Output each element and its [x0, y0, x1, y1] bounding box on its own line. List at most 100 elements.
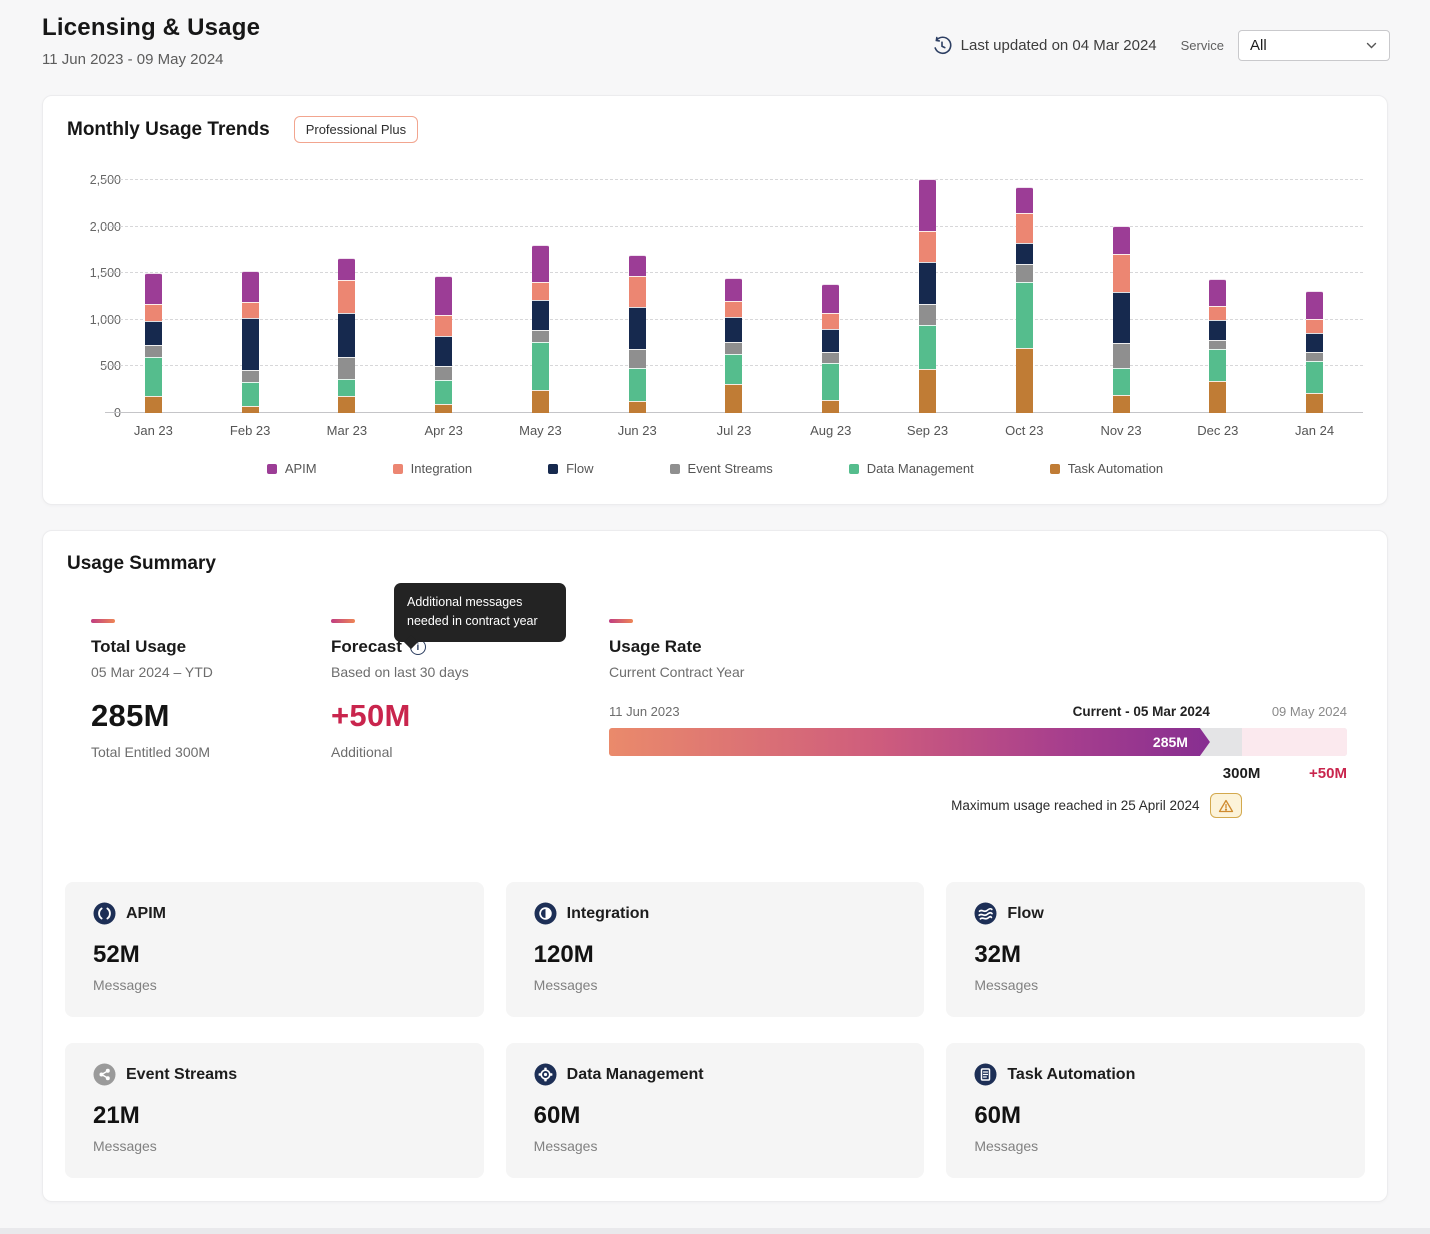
bar-segment[interactable] [242, 271, 259, 303]
bar-segment[interactable] [1209, 279, 1226, 305]
legend-item-data-management[interactable]: Data Management [849, 461, 974, 476]
service-card-task-automation[interactable]: Task Automation 60M Messages [946, 1043, 1365, 1178]
bar-segment[interactable] [242, 370, 259, 382]
stacked-bar-nov-23[interactable] [1113, 226, 1130, 413]
bar-segment[interactable] [1306, 393, 1323, 413]
service-card-integration[interactable]: Integration 120M Messages [506, 882, 925, 1017]
bar-segment[interactable] [629, 349, 646, 368]
bar-segment[interactable] [629, 307, 646, 349]
bar-segment[interactable] [435, 404, 452, 413]
bar-segment[interactable] [822, 313, 839, 329]
legend-item-integration[interactable]: Integration [393, 461, 472, 476]
bar-segment[interactable] [338, 313, 355, 358]
stacked-bar-jun-23[interactable] [629, 255, 646, 413]
bar-segment[interactable] [145, 304, 162, 321]
bar-segment[interactable] [822, 363, 839, 400]
bar-segment[interactable] [1016, 348, 1033, 413]
bar-segment[interactable] [822, 400, 839, 413]
bar-segment[interactable] [919, 179, 936, 231]
bar-segment[interactable] [822, 352, 839, 363]
bar-segment[interactable] [1016, 264, 1033, 282]
stacked-bar-jul-23[interactable] [725, 278, 742, 413]
bar-segment[interactable] [338, 357, 355, 378]
bar-segment[interactable] [1306, 291, 1323, 318]
bar-segment[interactable] [1209, 320, 1226, 340]
legend-item-apim[interactable]: APIM [267, 461, 317, 476]
bar-segment[interactable] [1306, 361, 1323, 393]
legend-item-flow[interactable]: Flow [548, 461, 593, 476]
stacked-bar-aug-23[interactable] [822, 284, 839, 413]
bar-segment[interactable] [145, 273, 162, 304]
bar-segment[interactable] [532, 330, 549, 343]
bar-segment[interactable] [919, 262, 936, 304]
bar-segment[interactable] [242, 302, 259, 318]
bar-segment[interactable] [1209, 381, 1226, 413]
bar-segment[interactable] [1209, 349, 1226, 382]
legend-item-event-streams[interactable]: Event Streams [670, 461, 773, 476]
service-card-apim[interactable]: APIM 52M Messages [65, 882, 484, 1017]
bar-segment[interactable] [725, 278, 742, 301]
bar-segment[interactable] [822, 284, 839, 313]
service-select[interactable]: All [1238, 30, 1390, 61]
warning-badge[interactable] [1210, 793, 1242, 818]
stacked-bar-may-23[interactable] [532, 245, 549, 413]
bar-segment[interactable] [145, 396, 162, 413]
bar-segment[interactable] [822, 329, 839, 352]
bar-segment[interactable] [725, 384, 742, 413]
bar-segment[interactable] [1113, 292, 1130, 343]
bar-segment[interactable] [145, 345, 162, 357]
bar-segment[interactable] [1306, 352, 1323, 361]
bar-segment[interactable] [1113, 343, 1130, 368]
bar-segment[interactable] [1209, 340, 1226, 348]
service-card-event-streams[interactable]: Event Streams 21M Messages [65, 1043, 484, 1178]
bar-segment[interactable] [725, 317, 742, 342]
bar-segment[interactable] [532, 282, 549, 301]
bar-segment[interactable] [338, 280, 355, 313]
bar-segment[interactable] [532, 342, 549, 389]
bar-segment[interactable] [1113, 254, 1130, 292]
bar-segment[interactable] [338, 379, 355, 397]
bar-segment[interactable] [919, 369, 936, 413]
bar-segment[interactable] [725, 342, 742, 354]
stacked-bar-sep-23[interactable] [919, 179, 936, 413]
bar-segment[interactable] [629, 255, 646, 276]
bar-segment[interactable] [242, 318, 259, 370]
service-card-flow[interactable]: Flow 32M Messages [946, 882, 1365, 1017]
bar-segment[interactable] [1113, 226, 1130, 254]
bar-segment[interactable] [338, 396, 355, 413]
bar-segment[interactable] [1306, 319, 1323, 333]
bar-segment[interactable] [242, 382, 259, 406]
stacked-bar-jan-23[interactable] [145, 273, 162, 413]
bar-segment[interactable] [1016, 243, 1033, 264]
bar-segment[interactable] [532, 245, 549, 282]
bar-segment[interactable] [435, 380, 452, 404]
stacked-bar-jan-24[interactable] [1306, 291, 1323, 413]
bar-segment[interactable] [1016, 282, 1033, 348]
bar-segment[interactable] [1016, 187, 1033, 213]
bar-segment[interactable] [1016, 213, 1033, 243]
bar-segment[interactable] [919, 325, 936, 370]
usage-rate-bar[interactable]: 285M [609, 728, 1347, 756]
bar-segment[interactable] [145, 357, 162, 396]
bar-segment[interactable] [532, 390, 549, 413]
bar-segment[interactable] [629, 276, 646, 307]
bar-segment[interactable] [435, 336, 452, 366]
bar-segment[interactable] [532, 300, 549, 329]
bar-segment[interactable] [919, 304, 936, 324]
bar-segment[interactable] [338, 258, 355, 280]
bar-segment[interactable] [435, 276, 452, 315]
stacked-bar-apr-23[interactable] [435, 276, 452, 413]
bar-segment[interactable] [1113, 395, 1130, 413]
bar-segment[interactable] [1113, 368, 1130, 395]
bar-segment[interactable] [725, 354, 742, 384]
stacked-bar-dec-23[interactable] [1209, 279, 1226, 413]
stacked-bar-oct-23[interactable] [1016, 187, 1033, 413]
service-card-data-management[interactable]: Data Management 60M Messages [506, 1043, 925, 1178]
bar-segment[interactable] [629, 368, 646, 401]
bar-segment[interactable] [725, 301, 742, 316]
bar-segment[interactable] [1209, 306, 1226, 320]
bar-segment[interactable] [435, 366, 452, 381]
stacked-bar-mar-23[interactable] [338, 258, 355, 413]
bar-segment[interactable] [1306, 333, 1323, 353]
bar-segment[interactable] [629, 401, 646, 413]
